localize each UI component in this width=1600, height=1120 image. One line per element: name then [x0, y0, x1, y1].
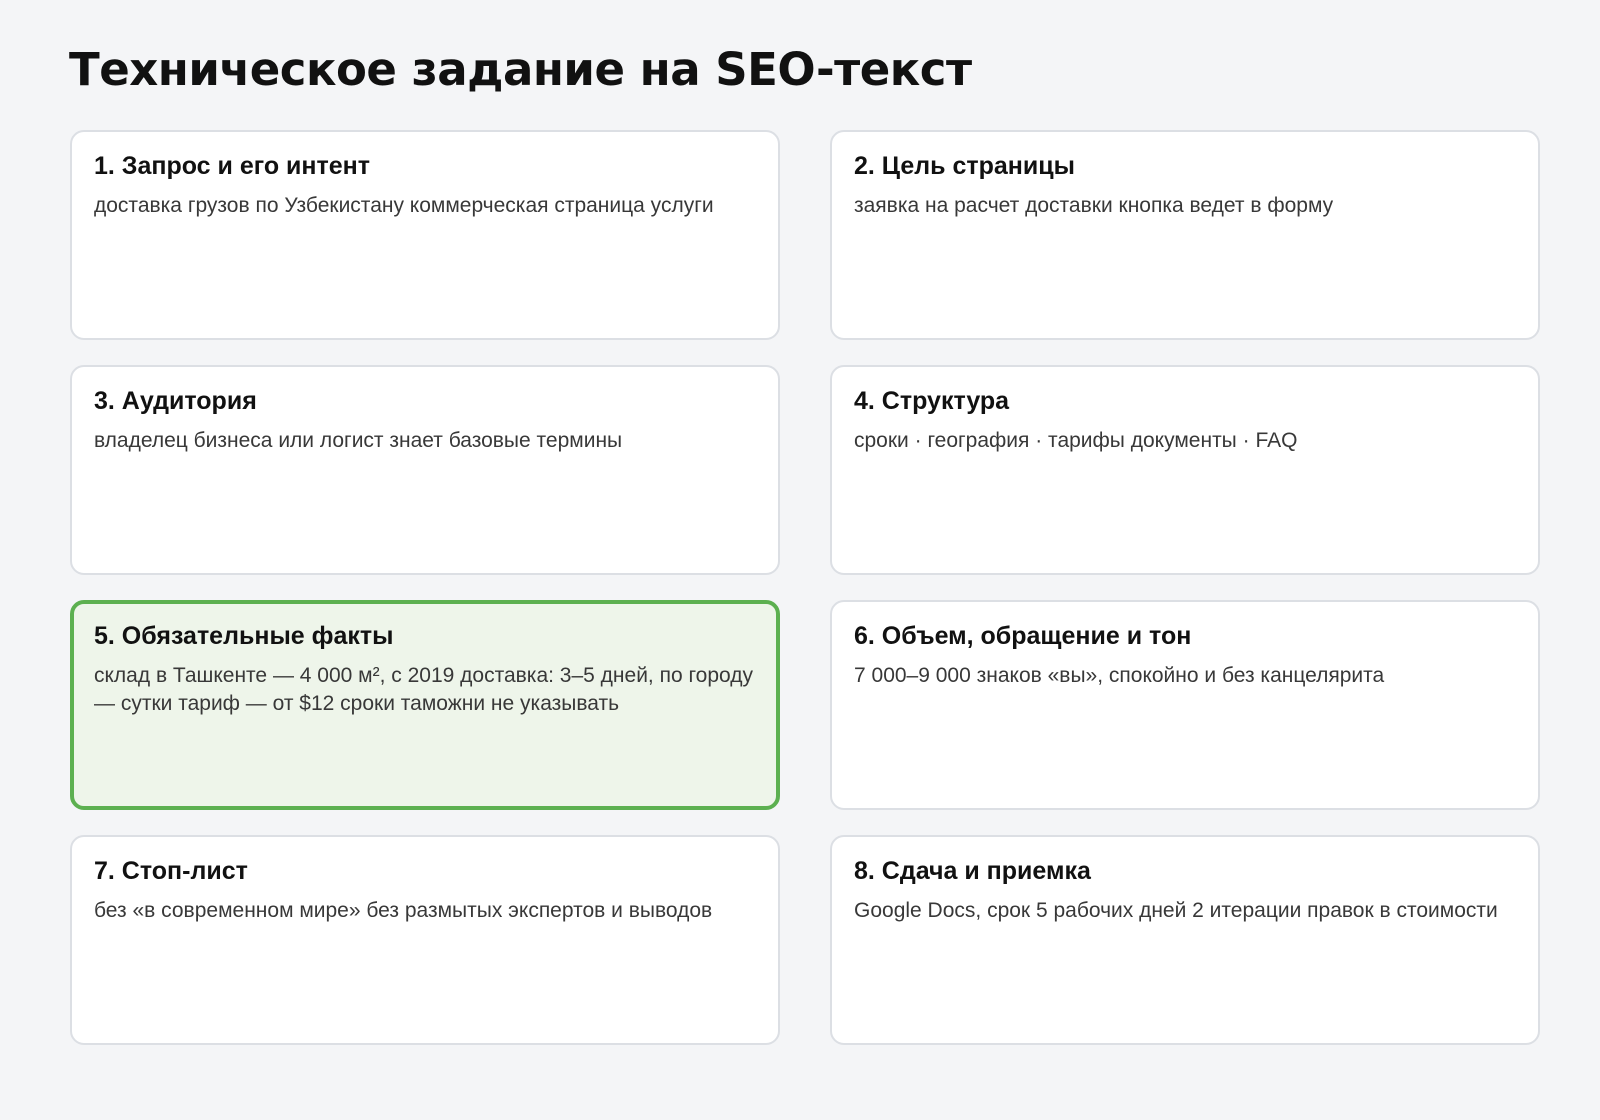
section-title: 8. Сдача и приемка — [854, 857, 1091, 885]
section-text: заявка на расчет доставки кнопка ведет в… — [854, 194, 1334, 217]
section-card-delivery-acceptance: 8. Сдача и приемка Google Docs, срок 5 р… — [830, 835, 1540, 1045]
section-card-required-facts: 5. Обязательные факты склад в Ташкенте —… — [70, 600, 780, 810]
section-title: 7. Стоп-лист — [94, 857, 248, 885]
section-text: склад в Ташкенте — 4 000 м², с 2019 дост… — [94, 664, 754, 715]
section-title: 3. Аудитория — [94, 387, 257, 415]
section-text: Google Docs, срок 5 рабочих дней 2 итера… — [854, 899, 1498, 922]
section-card-stop-list: 7. Стоп-лист без «в современном мире» бе… — [70, 835, 780, 1045]
section-title: 1. Запрос и его интент — [94, 152, 371, 180]
page-title: Техническое задание на SEO-текст — [69, 43, 972, 96]
section-text: доставка грузов по Узбекистану коммерчес… — [94, 194, 714, 217]
section-title: 5. Обязательные факты — [94, 622, 394, 650]
brief-sections-grid: 1. Запрос и его интент доставка грузов п… — [70, 130, 1540, 1045]
section-title: 2. Цель страницы — [854, 152, 1075, 180]
section-text: 7 000–9 000 знаков «вы», спокойно и без … — [854, 664, 1385, 687]
section-card-structure: 4. Структура сроки · география · тарифы … — [830, 365, 1540, 575]
section-text: владелец бизнеса или логист знает базовы… — [94, 429, 623, 452]
section-title: 4. Структура — [854, 387, 1010, 415]
section-title: 6. Объем, обращение и тон — [854, 622, 1192, 650]
section-card-volume-tone: 6. Объем, обращение и тон 7 000–9 000 зн… — [830, 600, 1540, 810]
section-card-query-intent: 1. Запрос и его интент доставка грузов п… — [70, 130, 780, 340]
section-card-audience: 3. Аудитория владелец бизнеса или логист… — [70, 365, 780, 575]
section-text: сроки · география · тарифы документы · F… — [854, 429, 1298, 452]
section-card-page-goal: 2. Цель страницы заявка на расчет достав… — [830, 130, 1540, 340]
section-text: без «в современном мире» без размытых эк… — [94, 899, 713, 922]
